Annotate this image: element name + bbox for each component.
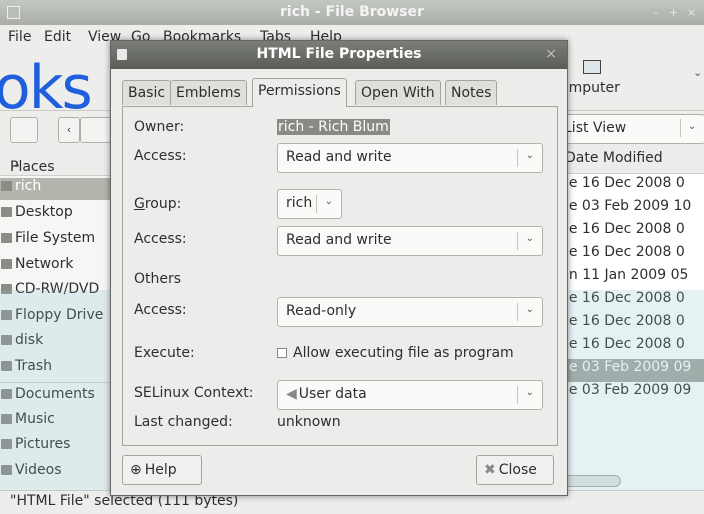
horizontal-scrollbar[interactable] [559, 475, 621, 487]
dialog-titlebar: HTML File Properties × [111, 41, 567, 69]
tab-basic[interactable]: Basic [122, 80, 172, 105]
place-file-system[interactable]: File System [0, 230, 120, 252]
view-mode-label: List View [564, 120, 627, 136]
place-videos[interactable]: Videos [0, 462, 120, 484]
maximize-icon[interactable]: + [669, 6, 678, 19]
place-floppy[interactable]: Floppy Drive [0, 307, 120, 329]
list-item-selected[interactable]: ue 03 Feb 2009 09 [557, 359, 704, 382]
last-changed-label: Last changed: [134, 414, 233, 430]
properties-dialog: HTML File Properties × Basic Emblems Per… [110, 40, 568, 496]
list-item[interactable]: ue 16 Dec 2008 0 [557, 313, 704, 336]
list-item[interactable]: ue 16 Dec 2008 0 [557, 221, 704, 244]
dialog-close-icon[interactable]: × [545, 46, 557, 62]
others-label: Others [134, 271, 182, 287]
list-item[interactable]: ue 16 Dec 2008 0 [557, 244, 704, 267]
execute-label: Execute: [134, 345, 195, 361]
desktop-icon [1, 207, 12, 217]
close-button[interactable]: ✖ Close [476, 455, 554, 485]
help-icon: ⊕ [130, 462, 142, 478]
column-header-date-modified[interactable]: Date Modified [557, 145, 704, 174]
checkbox-icon[interactable] [277, 348, 287, 358]
computer-toolbar-label[interactable]: omputer [560, 80, 620, 96]
folder-icon [1, 389, 12, 399]
folder-icon [1, 414, 12, 424]
tab-open-with[interactable]: Open With [355, 80, 441, 105]
computer-icon[interactable] [583, 60, 601, 74]
overlay-text: oks [0, 53, 93, 123]
disk-icon [1, 335, 12, 345]
execute-option-label: Allow executing file as program [293, 345, 514, 361]
place-documents[interactable]: Documents [0, 386, 120, 408]
place-pictures[interactable]: Pictures [0, 436, 120, 458]
others-access-value: Read-only [286, 303, 357, 319]
place-cdrw[interactable]: CD-RW/DVD [0, 281, 120, 303]
place-disk[interactable]: disk [0, 332, 120, 354]
chevron-down-icon: ⌄ [525, 233, 534, 244]
list-item[interactable]: ue 16 Dec 2008 0 [557, 175, 704, 198]
file-list: Date Modified ue 16 Dec 2008 0 ue 03 Feb… [557, 145, 704, 490]
chevron-down-icon: ⌄ [324, 196, 333, 207]
floppy-icon [1, 310, 12, 320]
menu-file[interactable]: File [8, 29, 31, 45]
minimize-icon[interactable]: – [653, 6, 659, 19]
owner-value: rich - Rich Blum [277, 119, 390, 135]
selinux-label: SELinux Context: [134, 385, 254, 401]
others-access-select[interactable]: Read-only ⌄ [277, 297, 543, 327]
dialog-title: HTML File Properties [256, 46, 422, 62]
permissions-panel: Owner: rich - Rich Blum Access: Read and… [122, 106, 558, 446]
menu-edit[interactable]: Edit [44, 29, 71, 45]
group-access-value: Read and write [286, 232, 392, 248]
chevron-down-icon: ⌄ [525, 387, 534, 398]
places-sidebar: Places ⌄ rich Desktop File System Network… [0, 145, 121, 490]
others-access-label: Access: [134, 302, 187, 318]
drive-icon [1, 233, 12, 243]
list-item[interactable]: un 11 Jan 2009 05 [557, 267, 704, 290]
owner-label: Owner: [134, 119, 185, 135]
owner-access-value: Read and write [286, 149, 392, 165]
trash-icon [1, 361, 12, 371]
group-access-select[interactable]: Read and write ⌄ [277, 226, 543, 256]
folder-icon [1, 465, 12, 475]
folder-icon [1, 439, 12, 449]
selinux-select[interactable]: ◀ User data ⌄ [277, 380, 543, 410]
places-divider [0, 382, 120, 383]
owner-access-label: Access: [134, 148, 187, 164]
owner-access-select[interactable]: Read and write ⌄ [277, 143, 543, 173]
place-music[interactable]: Music [0, 411, 120, 433]
toolbar-overflow-icon[interactable]: ⌄ [693, 66, 702, 79]
tab-permissions[interactable]: Permissions [252, 78, 347, 107]
folder-home-icon [1, 181, 12, 191]
tab-emblems[interactable]: Emblems [170, 80, 247, 105]
place-desktop[interactable]: Desktop [0, 204, 120, 226]
places-header[interactable]: Places ⌄ [0, 145, 120, 176]
browser-titlebar: rich - File Browser – + × [0, 0, 704, 25]
chevron-down-icon: ⌄ [688, 121, 697, 132]
chevron-down-icon: ⌄ [525, 304, 534, 315]
chevron-down-icon: ⌄ [525, 150, 534, 161]
list-item[interactable]: ue 16 Dec 2008 0 [557, 290, 704, 313]
place-rich[interactable]: rich [0, 178, 120, 200]
place-network[interactable]: Network [0, 256, 120, 278]
last-changed-value: unknown [277, 414, 341, 430]
browser-title: rich - File Browser [280, 4, 424, 20]
group-value: rich [286, 195, 313, 211]
list-item[interactable]: ue 16 Dec 2008 0 [557, 336, 704, 359]
list-item[interactable]: ue 03 Feb 2009 09 [557, 382, 704, 405]
group-select[interactable]: rich ⌄ [277, 189, 342, 219]
execute-checkbox[interactable]: Allow executing file as program [277, 345, 514, 361]
close-icon[interactable]: × [687, 6, 696, 19]
optical-drive-icon [1, 284, 12, 294]
help-button[interactable]: ⊕ Help [122, 455, 202, 485]
close-icon: ✖ [484, 462, 496, 478]
list-item[interactable]: ue 03 Feb 2009 10 [557, 198, 704, 221]
place-trash[interactable]: Trash [0, 358, 120, 380]
tab-notes[interactable]: Notes [445, 80, 498, 105]
tag-icon: ◀ [286, 386, 297, 402]
selinux-value: ◀ User data [286, 386, 367, 402]
network-icon [1, 259, 12, 269]
group-access-label: Access: [134, 231, 187, 247]
view-mode-select[interactable]: List View ⌄ [557, 114, 704, 144]
group-label: Group: [134, 196, 182, 212]
chevron-down-icon: ⌄ [13, 159, 22, 170]
